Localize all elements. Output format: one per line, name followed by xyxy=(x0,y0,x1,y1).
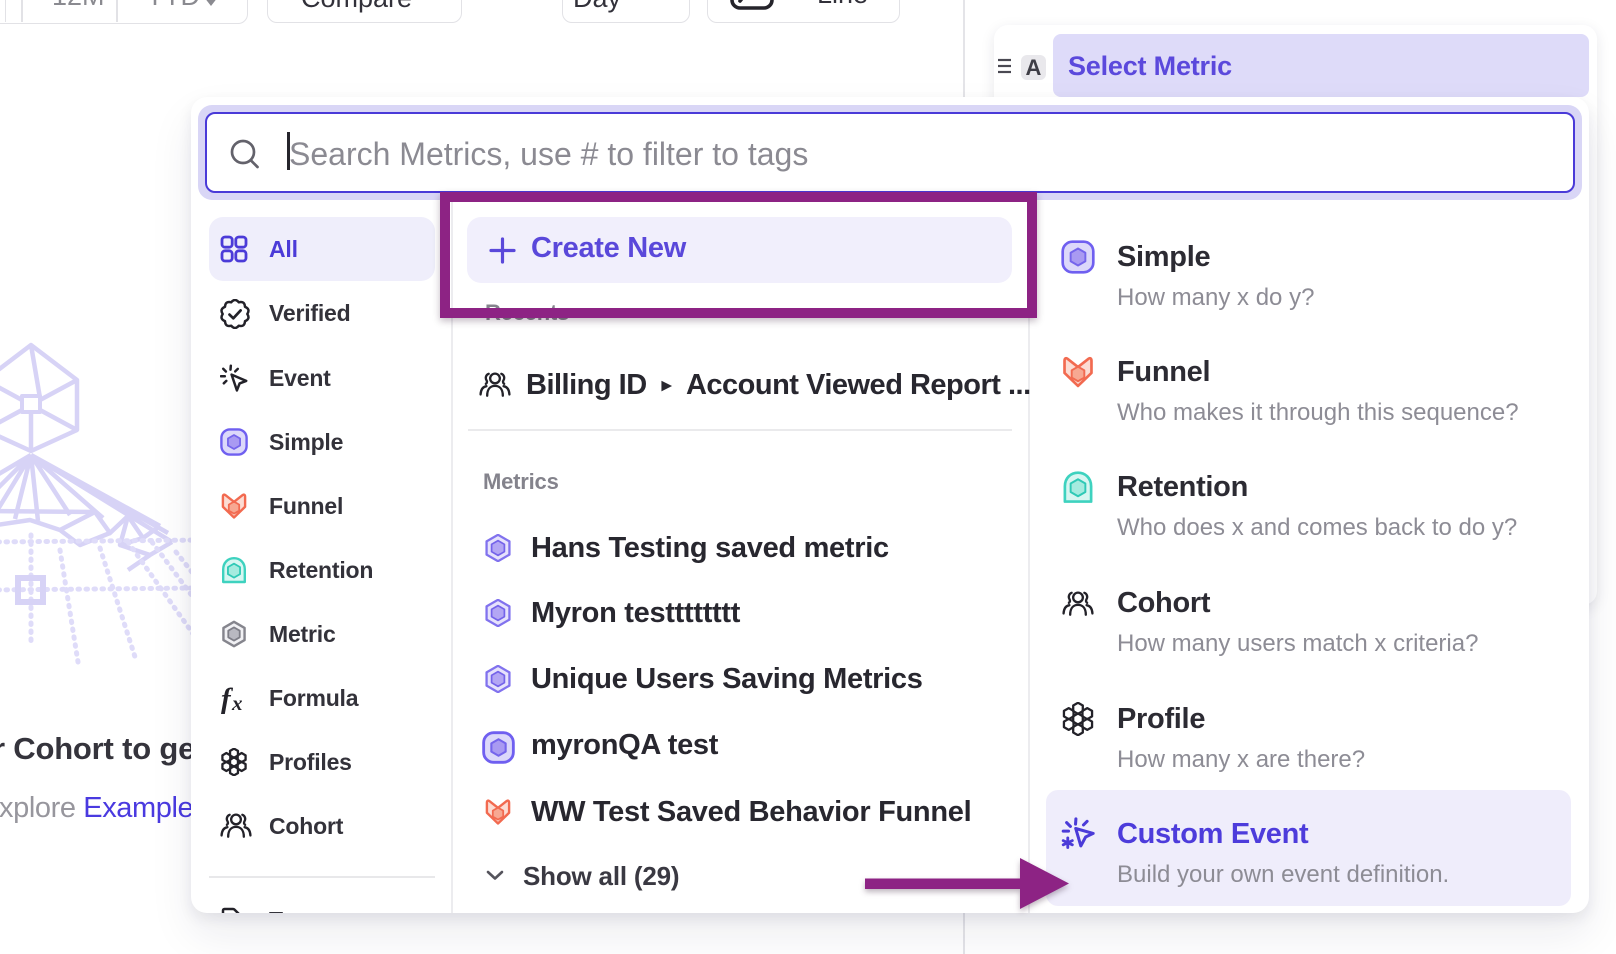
svg-text:x: x xyxy=(231,691,243,715)
